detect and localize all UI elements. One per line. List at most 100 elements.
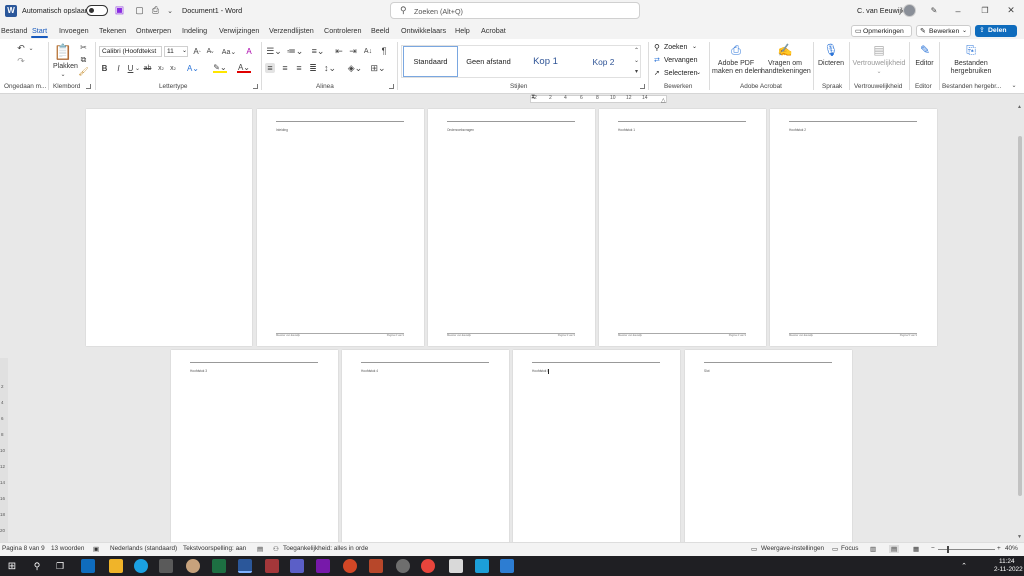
paste-icon[interactable]: 📋 — [54, 43, 73, 61]
zoom-level[interactable]: 40% — [1005, 545, 1018, 552]
zoom-slider[interactable] — [938, 546, 995, 553]
align-left-icon[interactable]: ≡ — [265, 63, 275, 73]
alinea-launcher-icon[interactable] — [389, 84, 394, 89]
undo-dropdown-icon[interactable]: ⌄ — [28, 43, 34, 53]
bullets-icon[interactable]: ☰⌄ — [266, 46, 282, 56]
access-icon[interactable] — [265, 559, 279, 573]
minimize-icon[interactable]: – — [952, 5, 964, 16]
store-icon[interactable] — [159, 559, 173, 573]
style-standaard[interactable]: Standaard — [403, 46, 458, 77]
font-name-select[interactable]: Calibri (Hoofdtekst — [99, 46, 162, 57]
page-1[interactable] — [86, 109, 252, 346]
macro-icon[interactable]: ▤ — [257, 545, 263, 553]
tab-indeling[interactable]: Indeling — [182, 26, 207, 35]
paint-icon[interactable] — [186, 559, 200, 573]
align-right-icon[interactable]: ≡ — [294, 63, 304, 73]
language[interactable]: Nederlands (standaard) — [110, 545, 177, 552]
copy-icon[interactable]: ⧉ — [79, 55, 88, 64]
print-layout-icon[interactable]: ▤ — [889, 545, 900, 553]
zoom-out-icon[interactable]: − — [931, 545, 935, 552]
highlight-icon[interactable]: ✎⌄ — [213, 63, 227, 73]
powerpoint-icon[interactable] — [343, 559, 357, 573]
scroll-down-icon[interactable]: ▼ — [1017, 534, 1022, 540]
proofing-icon[interactable]: ▣ — [93, 545, 99, 553]
paste-dropdown-icon[interactable]: ⌄ — [59, 71, 67, 78]
bold-icon[interactable]: B — [100, 63, 109, 73]
zoom-slider-thumb[interactable] — [947, 546, 949, 553]
superscript-icon[interactable]: x2 — [168, 63, 178, 73]
change-case-icon[interactable]: Aa⌄ — [221, 46, 237, 57]
vertical-scrollbar[interactable]: ▲ ▼ — [1016, 104, 1024, 542]
replace-button[interactable]: ⇄ Vervangen — [654, 56, 700, 66]
font-color-icon[interactable]: A⌄ — [237, 63, 251, 73]
tab-verzendlijsten[interactable]: Verzendlijsten — [269, 26, 314, 35]
styles-scroll-down-icon[interactable]: ⌄ — [633, 56, 640, 64]
accessibility-status[interactable]: Toegankelijkheid: alles in orde — [283, 545, 368, 552]
tab-controleren[interactable]: Controleren — [324, 26, 362, 35]
page-7[interactable]: Hoofdstuk 4 — [342, 350, 509, 542]
lettertype-launcher-icon[interactable] — [253, 84, 258, 89]
page-4[interactable]: Hoofdstuk 1 Meester van Eeuwijk Pagina 4… — [599, 109, 766, 346]
close-icon[interactable]: ✕ — [1005, 5, 1017, 16]
document-canvas[interactable]: Inleiding Meester van Eeuwijk Pagina 2 v… — [0, 104, 1024, 542]
edge-icon[interactable] — [134, 559, 148, 573]
search-box[interactable]: ⚲ Zoeken (Alt+Q) — [390, 2, 640, 19]
print-icon[interactable]: ⎙ — [150, 5, 161, 16]
word-count[interactable]: 13 woorden — [51, 545, 84, 552]
snipping-tool-icon[interactable] — [396, 559, 410, 573]
teams-icon[interactable] — [290, 559, 304, 573]
style-geen-afstand[interactable]: Geen afstand — [461, 46, 516, 77]
subscript-icon[interactable]: x2 — [156, 63, 166, 73]
line-spacing-icon[interactable]: ↕⌄ — [322, 63, 338, 73]
autosave-toggle[interactable] — [86, 5, 108, 16]
editor-button[interactable]: ✎ Editor — [912, 43, 937, 81]
focus-button[interactable]: Focus — [841, 545, 858, 552]
format-painter-icon[interactable]: 🖌 — [78, 67, 88, 76]
remote-desktop-icon[interactable] — [500, 559, 514, 573]
tab-bestand[interactable]: Bestand — [1, 26, 27, 35]
page-2[interactable]: Inleiding Meester van Eeuwijk Pagina 2 v… — [257, 109, 424, 346]
share-button[interactable]: ⇪ Delen — [975, 25, 1017, 37]
zoom-in-icon[interactable]: + — [997, 545, 1001, 552]
cut-icon[interactable]: ✂ — [79, 43, 88, 52]
page-3[interactable]: Onderzoeksvragen Meester van Eeuwijk Pag… — [428, 109, 595, 346]
clock-time[interactable]: 11:24 — [999, 558, 1015, 565]
find-button[interactable]: ⚲ Zoeken ⌄ — [654, 43, 700, 53]
tab-tekenen[interactable]: Tekenen — [99, 26, 126, 35]
whiteboard-icon[interactable] — [475, 559, 489, 573]
right-indent-marker-icon[interactable]: △ — [661, 97, 666, 104]
decrease-indent-icon[interactable]: ⇤ — [334, 46, 344, 56]
tab-start[interactable]: Start — [31, 26, 49, 38]
dictate-button[interactable]: 🎙 Dicteren — [816, 43, 846, 81]
grow-font-icon[interactable]: A ^ — [192, 46, 202, 57]
font-size-select[interactable]: 11 ⌄ — [164, 46, 188, 57]
word-taskbar-icon[interactable] — [238, 559, 252, 573]
task-view-icon[interactable]: ❐ — [54, 560, 66, 572]
align-center-icon[interactable]: ≡ — [280, 63, 290, 73]
outlook-icon[interactable] — [81, 559, 95, 573]
shrink-font-icon[interactable]: Av — [205, 46, 215, 57]
excel-icon[interactable] — [212, 559, 226, 573]
stijlen-launcher-icon[interactable] — [640, 84, 645, 89]
display-settings[interactable]: Weergave-instellingen — [761, 545, 824, 552]
justify-icon[interactable]: ≣ — [308, 63, 318, 73]
styles-scroll-up-icon[interactable]: ⌃ — [633, 46, 640, 54]
tab-verwijzingen[interactable]: Verwijzingen — [219, 26, 259, 35]
pen-icon[interactable]: ✎ — [928, 5, 940, 16]
numbering-icon[interactable]: ≔⌄ — [287, 46, 304, 56]
text-effects-icon[interactable]: A⌄ — [186, 63, 200, 73]
chrome-icon[interactable] — [421, 559, 435, 573]
save-icon[interactable]: ▣ — [114, 5, 125, 16]
file-explorer-icon[interactable] — [109, 559, 123, 573]
app-icon[interactable] — [369, 559, 383, 573]
italic-icon[interactable]: I — [114, 63, 123, 73]
notepad-icon[interactable] — [449, 559, 463, 573]
onenote-icon[interactable] — [316, 559, 330, 573]
sort-icon[interactable]: A↓ — [363, 46, 373, 56]
underline-dropdown-icon[interactable]: ⌄ — [135, 63, 140, 73]
tab-acrobat[interactable]: Acrobat — [481, 26, 506, 35]
show-marks-icon[interactable]: ¶ — [379, 46, 389, 56]
reuse-files-button[interactable]: ⎘ Bestanden hergebruiken — [945, 43, 997, 81]
redo-icon[interactable]: ↷ — [15, 56, 27, 66]
avatar[interactable] — [903, 4, 916, 17]
